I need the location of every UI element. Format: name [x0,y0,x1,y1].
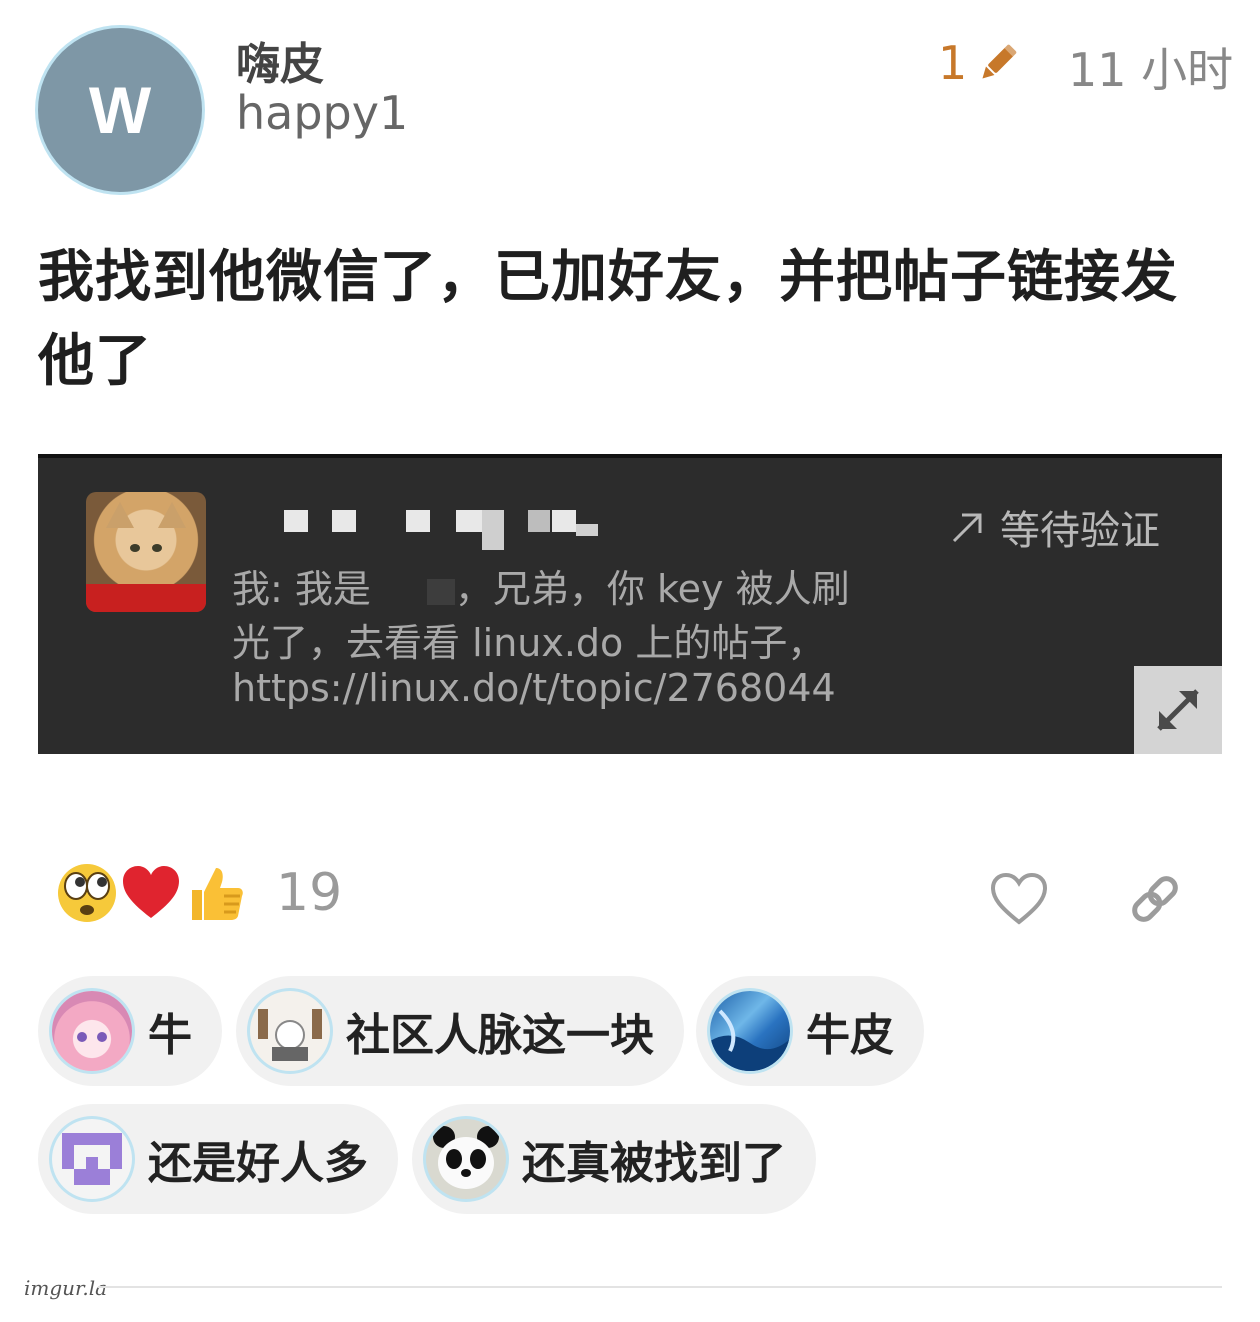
red-heart-icon [120,862,182,924]
blue-wave-avatar [710,991,790,1071]
user-avatar[interactable]: W [38,28,202,192]
chat-text: ，兄弟，你 key 被人刷 [454,567,850,611]
thumbs-up-icon [184,862,246,924]
arrow-up-right-icon [952,513,982,543]
chat-message-line: 我: 我是 ，兄弟，你 key 被人刷 [232,558,850,613]
link-icon [1132,876,1178,922]
reply-text: 还是好人多 [148,1138,368,1189]
reply-text: 牛皮 [806,1010,894,1061]
like-button[interactable] [988,868,1050,930]
panda-avatar [426,1119,506,1199]
post-body: 我找到他微信了，已加好友，并把帖子链接发 他了 [38,236,1228,404]
anime-girl-avatar [52,991,132,1071]
post-time[interactable]: 11 小时 [1068,34,1233,100]
reply-text: 牛 [148,1010,192,1061]
pending-verification: 等待验证 [948,498,1160,556]
reactions-summary[interactable]: 19 [56,862,342,924]
eyes-emoji-icon [56,862,118,924]
avatar-letter: W [88,73,152,147]
reply-chip[interactable]: 还是好人多 [38,1104,398,1214]
cat-at-laptop-avatar [250,991,330,1071]
share-link-button[interactable] [1124,868,1186,930]
expand-icon [1157,689,1199,731]
pencil-icon [982,43,1018,79]
heart-outline-icon [990,872,1048,925]
contact-avatar-cat [86,492,206,612]
reply-chip[interactable]: 社区人脉这一块 [236,976,684,1086]
chat-prefix: 我: 我是 [232,567,371,611]
edit-count: 1 [938,36,968,90]
redacted-contact-name [232,504,612,560]
screenshot-embed[interactable]: 等待验证 我: 我是 ，兄弟，你 key 被人刷 光了，去看看 linux.do … [38,454,1222,754]
reaction-count: 19 [276,863,343,923]
reply-text: 还真被找到了 [522,1138,786,1189]
divider [98,1286,1222,1288]
post-body-line: 我找到他微信了，已加好友，并把帖子链接发 [38,245,1178,310]
username[interactable]: happy1 [236,86,408,140]
display-name[interactable]: 嗨皮 [236,28,324,92]
post-body-line: 他了 [38,329,152,394]
expand-image-button[interactable] [1134,666,1222,754]
reply-chip[interactable]: 牛 [38,976,222,1086]
chat-message-link: https://linux.do/t/topic/2768044 [232,666,836,710]
reply-chip[interactable]: 还真被找到了 [412,1104,816,1214]
chat-message-line: 光了，去看看 linux.do 上的帖子， [232,621,826,665]
reply-text: 社区人脉这一块 [346,1010,654,1061]
edit-history-button[interactable]: 1 [938,36,1023,90]
reply-chip[interactable]: 牛皮 [696,976,924,1086]
pending-status: 等待验证 [1000,508,1160,554]
watermark: imgur.la [24,1276,108,1300]
purple-pixel-avatar [52,1119,132,1199]
